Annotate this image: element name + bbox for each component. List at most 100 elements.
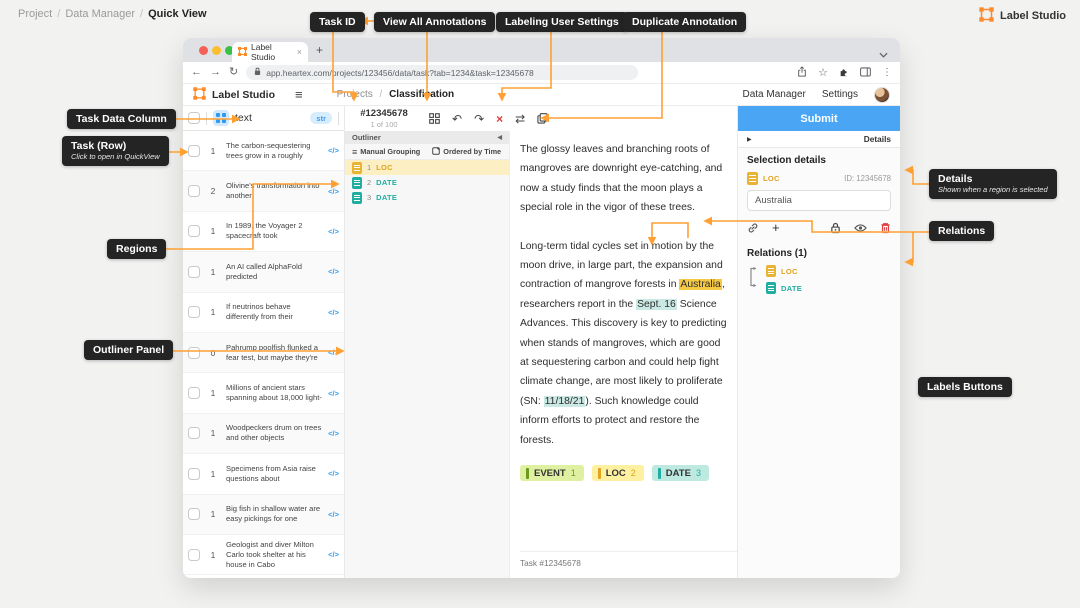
relation-from[interactable]: LOC	[766, 265, 802, 277]
row-checkbox[interactable]	[188, 427, 200, 440]
table-row[interactable]: 1 The carbon-sequestering trees grow in a…	[183, 131, 344, 172]
row-code-icon[interactable]: </>	[323, 348, 339, 357]
row-checkbox[interactable]	[188, 387, 200, 400]
browser-urlbar: ← → ↻ app.heartex.com/projects/123456/da…	[183, 62, 900, 84]
row-checkbox[interactable]	[188, 548, 200, 561]
row-checkbox[interactable]	[188, 306, 200, 319]
url-field[interactable]: app.heartex.com/projects/123456/data/tas…	[246, 65, 639, 80]
redo-icon[interactable]: ↷	[474, 113, 484, 125]
select-all-checkbox[interactable]	[188, 112, 200, 124]
reset-icon[interactable]: ×	[496, 113, 503, 125]
breadcrumb-project[interactable]: Project	[18, 8, 52, 20]
label-button-loc[interactable]: LOC 2	[591, 465, 644, 482]
label-button-date[interactable]: DATE 3	[651, 465, 709, 482]
task-data-column-icon[interactable]	[213, 110, 229, 126]
region-label: LOC	[763, 174, 780, 183]
avatar[interactable]	[874, 86, 890, 103]
nav-data-manager[interactable]: Data Manager	[742, 89, 805, 100]
outliner-region[interactable]: 3 DATE	[345, 190, 509, 205]
view-all-annotations-icon[interactable]	[429, 113, 440, 124]
row-checkbox[interactable]	[188, 346, 200, 359]
expand-details-icon[interactable]: ▶	[747, 136, 752, 143]
label-button-event[interactable]: EVENT 1	[520, 465, 584, 482]
row-code-icon[interactable]: </>	[323, 227, 339, 236]
duplicate-annotation-icon[interactable]	[537, 113, 548, 124]
row-code-icon[interactable]: </>	[323, 389, 339, 398]
app-breadcrumb-projects[interactable]: Projects	[337, 89, 373, 100]
labeling-settings-icon[interactable]: ⇄	[515, 113, 525, 125]
row-checkbox[interactable]	[188, 508, 200, 521]
table-row[interactable]: 1 If neutrinos behave differently from th…	[183, 293, 344, 333]
table-row[interactable]: 1 Millions of ancient stars spanning abou…	[183, 373, 344, 414]
row-code-icon[interactable]: </>	[323, 550, 339, 559]
bookmark-star-icon[interactable]: ☆	[818, 66, 828, 79]
back-icon[interactable]: ←	[191, 67, 202, 78]
relation-to[interactable]: DATE	[766, 282, 802, 294]
ordering-selector[interactable]: Ordered by Time	[432, 146, 501, 157]
minimize-window-button[interactable]	[212, 46, 221, 55]
breadcrumb-data-manager[interactable]: Data Manager	[65, 8, 135, 20]
column-name[interactable]: text	[235, 112, 252, 124]
row-code-icon[interactable]: </>	[323, 187, 339, 196]
lock-icon[interactable]	[830, 222, 841, 234]
delete-trash-icon[interactable]	[880, 222, 891, 234]
row-checkbox[interactable]	[188, 225, 200, 238]
annotated-region-date[interactable]: 11/18/21	[543, 395, 586, 407]
row-checkbox[interactable]	[188, 467, 200, 480]
label-hotkey: 1	[570, 468, 576, 479]
row-code-icon[interactable]: </>	[323, 469, 339, 478]
add-icon[interactable]: +	[772, 220, 780, 235]
outliner-region[interactable]: 1 LOC	[345, 160, 509, 175]
chevron-down-icon[interactable]	[879, 45, 888, 63]
nav-settings[interactable]: Settings	[822, 89, 858, 100]
row-code-icon[interactable]: </>	[323, 510, 339, 519]
row-checkbox[interactable]	[188, 185, 200, 198]
forward-icon[interactable]: →	[210, 67, 221, 78]
table-row[interactable]: 1 In 1989, the Voyager 2 spacecraft took <…	[183, 212, 344, 253]
table-row[interactable]: 2 Olivine's transformation into another </…	[183, 171, 344, 212]
table-row[interactable]: 1 Specimens from Asia raise questions abo…	[183, 454, 344, 495]
hamburger-menu-icon[interactable]: ≡	[295, 87, 303, 102]
collapse-panel-icon[interactable]: ◀	[497, 134, 502, 141]
region-text-input[interactable]	[747, 190, 891, 211]
visibility-eye-icon[interactable]	[854, 223, 867, 233]
new-tab-button[interactable]: +	[316, 43, 323, 57]
link-icon[interactable]	[747, 222, 759, 234]
table-row[interactable]: 0 Pahrump poolfish flunked a fear test, b…	[183, 332, 344, 374]
browser-tab[interactable]: Label Studio ×	[232, 42, 308, 62]
share-icon[interactable]	[797, 64, 807, 82]
row-code-icon[interactable]: </>	[323, 146, 339, 155]
undo-icon[interactable]: ↶	[452, 113, 462, 125]
table-row[interactable]: 1 An AI called AlphaFold predicted </>	[183, 252, 344, 293]
row-text-snippet: Millions of ancient stars spanning about…	[226, 383, 322, 403]
padlock-icon	[254, 67, 261, 78]
relations-title: Relations (1)	[747, 248, 808, 259]
close-window-button[interactable]	[199, 46, 208, 55]
row-annotation-count: 1	[210, 266, 216, 277]
loc-doc-icon	[352, 161, 362, 174]
row-text-snippet: Specimens from Asia raise questions abou…	[226, 463, 316, 483]
selected-region-row[interactable]: LOC ID: 12345678	[747, 172, 891, 185]
row-code-icon[interactable]: </>	[323, 308, 339, 317]
outliner-region[interactable]: 2 DATE	[345, 175, 509, 190]
table-row[interactable]: 1 Woodpeckers drum on trees and other obj…	[183, 413, 344, 455]
sidebar-icon[interactable]	[860, 64, 871, 82]
annotated-region-date[interactable]: Sept. 16	[636, 298, 677, 310]
app-brand[interactable]: Label Studio	[193, 86, 275, 103]
kebab-menu-icon[interactable]: ⋮	[882, 67, 892, 78]
reload-icon[interactable]: ↻	[229, 67, 238, 78]
row-code-icon[interactable]: </>	[323, 267, 339, 276]
grouping-selector[interactable]: ≡ Manual Grouping	[352, 147, 420, 157]
table-row[interactable]: 1 Geologist and diver Milton Carlo took s…	[183, 535, 344, 576]
annotated-region-loc[interactable]: Australia	[679, 279, 722, 291]
row-checkbox[interactable]	[188, 265, 200, 278]
row-code-icon[interactable]: </>	[323, 429, 339, 438]
selection-details-title: Selection details	[747, 155, 826, 166]
table-row[interactable]: 1 Big fish in shallow water are easy pick…	[183, 494, 344, 535]
row-checkbox[interactable]	[188, 144, 200, 157]
submit-button[interactable]: Submit	[738, 106, 900, 131]
extensions-icon[interactable]	[839, 64, 849, 82]
row-text-snippet: An AI called AlphaFold predicted	[226, 261, 302, 281]
column-type-badge: str	[310, 112, 332, 124]
tab-close-icon[interactable]: ×	[297, 47, 302, 57]
